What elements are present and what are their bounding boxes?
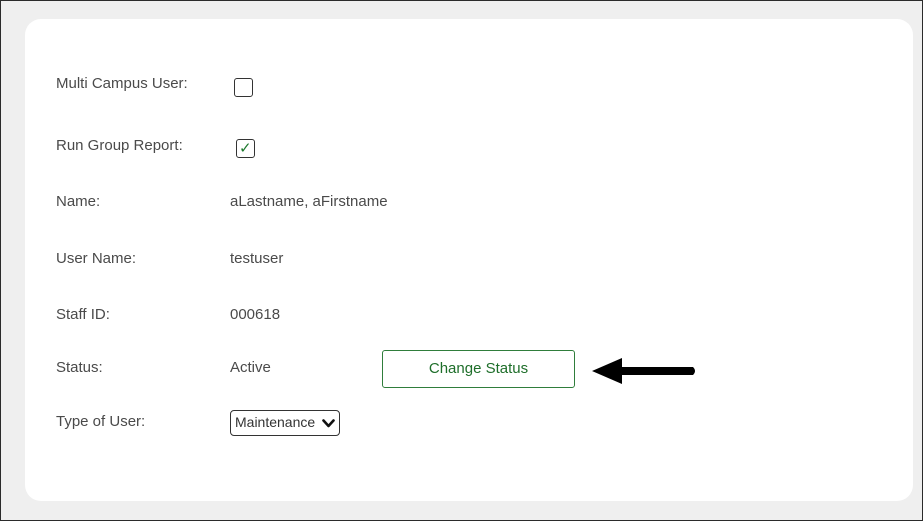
staff-id-value: 000618 (230, 306, 281, 323)
type-of-user-selected: Maintenance (235, 414, 316, 430)
window-frame: Multi Campus User: Run Group Report: ✓ N… (0, 0, 923, 521)
chevron-down-icon (322, 418, 335, 428)
name-value: aLastname, aFirstname (230, 193, 388, 210)
arrow-left-icon (592, 358, 695, 384)
run-group-report-checkbox[interactable]: ✓ (236, 139, 255, 158)
checkmark-icon: ✓ (239, 139, 252, 157)
change-status-button[interactable]: Change Status (382, 350, 575, 388)
status-value: Active (230, 359, 271, 376)
user-name-label: User Name: (56, 250, 137, 267)
name-label: Name: (56, 193, 101, 210)
user-details-card: Multi Campus User: Run Group Report: ✓ N… (25, 19, 913, 501)
status-label: Status: (56, 359, 103, 376)
user-name-value: testuser (230, 250, 284, 267)
run-group-report-label: Run Group Report: (56, 137, 183, 154)
type-of-user-label: Type of User: (56, 413, 146, 430)
multi-campus-checkbox[interactable] (234, 78, 253, 97)
type-of-user-select[interactable]: Maintenance (230, 410, 341, 436)
staff-id-label: Staff ID: (56, 306, 110, 323)
multi-campus-label: Multi Campus User: (56, 75, 188, 92)
